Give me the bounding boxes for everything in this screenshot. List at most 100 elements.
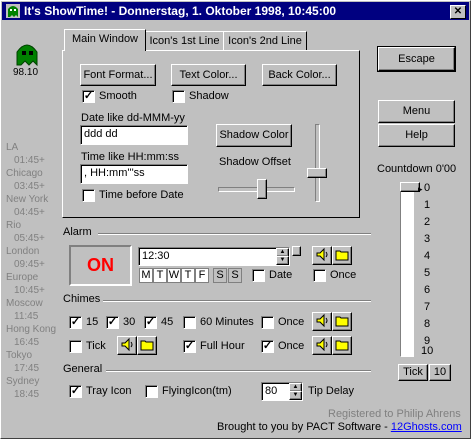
tray-icon-checkbox[interactable]: ✓ [69, 385, 82, 398]
clock-time: 01:45+ [14, 155, 45, 166]
font-format-button[interactable]: Font Format... [80, 64, 156, 86]
alarm-once-checkbox[interactable] [313, 269, 326, 282]
tab-icons-2nd-line[interactable]: Icon's 2nd Line [223, 31, 307, 51]
alarm-date-checkbox[interactable] [252, 269, 265, 282]
tab-icons-1st-line[interactable]: Icon's 1st Line [145, 31, 224, 51]
full-hour-once-checkbox[interactable]: ✓ [261, 340, 274, 353]
close-icon[interactable]: ✕ [450, 5, 466, 19]
shadow-offset-x-thumb[interactable] [257, 179, 267, 199]
countdown-scale-tick: 4 [424, 250, 431, 262]
chime-30-label: 30 [123, 316, 136, 328]
time-before-date-checkbox[interactable] [82, 189, 95, 202]
clock-city: Tokyo [6, 350, 33, 361]
chimes-group-label: Chimes [63, 293, 104, 305]
tick-label: Tick [86, 340, 106, 352]
shadow-color-button[interactable]: Shadow Color [216, 124, 292, 147]
alarm-day-monday[interactable]: M [139, 268, 153, 283]
full-hour-once-label: Once [278, 340, 305, 352]
countdown-scale-tick: 5 [424, 267, 431, 279]
help-button[interactable]: Help [378, 124, 455, 147]
clock-time: 09:45+ [14, 259, 45, 270]
alarm-day-tuesday[interactable]: T [153, 268, 167, 283]
tick-folder-icon[interactable] [137, 336, 157, 355]
countdown-thumb[interactable] [400, 182, 420, 192]
chime-once-checkbox[interactable] [261, 316, 274, 329]
alarm-time-value: 12:30 [142, 250, 170, 262]
time-format-input[interactable]: , HH:mm'''ss [80, 164, 188, 184]
alarm-date-label: Date [269, 269, 293, 281]
clock-time: 16:45 [14, 337, 40, 348]
window-title: It's ShowTime! - Donnerstag, 1. Oktober … [24, 4, 337, 18]
countdown-scale-tick: 8 [424, 318, 431, 330]
countdown-scale-tick: 7 [424, 301, 431, 313]
chime-folder-icon[interactable] [332, 312, 352, 331]
chime-sound-icon[interactable] [312, 312, 332, 331]
countdown-tick-value-button[interactable]: 10 [429, 364, 451, 381]
tray-icon-label: Tray Icon [86, 385, 132, 397]
time-format-value: , HH:mm'''ss [84, 167, 145, 179]
clock-city: Rio [6, 220, 22, 231]
flying-icon-checkbox[interactable] [145, 385, 158, 398]
chime-15-checkbox[interactable]: ✓ [69, 316, 82, 329]
tab-main-window[interactable]: Main Window [64, 29, 146, 51]
alarm-sound-icon[interactable] [312, 246, 332, 265]
general-divider [106, 370, 371, 372]
countdown-title: Countdown 0'00 [377, 163, 457, 175]
ghost-logo-icon [16, 44, 38, 66]
alarm-folder-icon[interactable] [332, 246, 352, 265]
alarm-mini-button[interactable] [292, 246, 301, 256]
clock-time: 03:45+ [14, 181, 45, 192]
website-link[interactable]: 12Ghosts.com [391, 421, 462, 433]
chime-once-label: Once [278, 316, 305, 328]
full-hour-folder-icon[interactable] [332, 336, 352, 355]
countdown-scale-tick: 6 [424, 284, 431, 296]
chime-45-checkbox[interactable]: ✓ [144, 316, 157, 329]
chime-30-checkbox[interactable]: ✓ [106, 316, 119, 329]
alarm-time-down-button[interactable]: ▼ [276, 256, 289, 265]
time-before-date-label: Time before Date [99, 189, 184, 201]
full-hour-sound-icon[interactable] [312, 336, 332, 355]
escape-button[interactable]: Escape [377, 46, 456, 72]
tip-delay-value: 80 [265, 385, 278, 397]
full-hour-label: Full Hour [200, 340, 245, 352]
alarm-day-friday[interactable]: F [195, 268, 209, 283]
tick-sound-icon[interactable] [117, 336, 137, 355]
menu-button[interactable]: Menu [378, 100, 455, 123]
clock-time: 11:45 [14, 311, 39, 322]
shadow-offset-y-track [315, 124, 320, 202]
clock-city: Hong Kong [6, 324, 57, 335]
text-color-button[interactable]: Text Color... [171, 64, 246, 86]
chime-60-label: 60 Minutes [200, 316, 254, 328]
clock-city: Moscow [6, 298, 43, 309]
alarm-day-saturday[interactable]: S [213, 268, 227, 283]
alarm-divider [98, 233, 371, 235]
tip-delay-down-button[interactable]: ▼ [289, 391, 302, 400]
countdown-tick-button[interactable]: Tick [398, 364, 428, 381]
clock-city: New York [6, 194, 49, 205]
shadow-checkbox[interactable] [172, 90, 185, 103]
alarm-time-input[interactable]: 12:30 [138, 247, 290, 266]
tick-checkbox[interactable] [69, 340, 82, 353]
countdown-scale-tick: 10 [421, 345, 434, 357]
clock-city: London [6, 246, 40, 257]
smooth-checkbox[interactable]: ✓ [82, 90, 95, 103]
shadow-offset-y-thumb[interactable] [307, 168, 327, 178]
countdown-scale-tick: 1 [424, 199, 431, 211]
alarm-status-indicator[interactable]: ON [69, 245, 132, 286]
full-hour-checkbox[interactable]: ✓ [183, 340, 196, 353]
shadow-offset-label: Shadow Offset [219, 156, 291, 168]
clock-city: Sydney [6, 376, 40, 387]
alarm-day-sunday[interactable]: S [228, 268, 242, 283]
title-bar[interactable]: It's ShowTime! - Donnerstag, 1. Oktober … [2, 2, 469, 20]
tip-delay-label: Tip Delay [308, 385, 355, 397]
chime-45-label: 45 [161, 316, 174, 328]
alarm-day-wednesday[interactable]: W [167, 268, 181, 283]
chime-60-checkbox[interactable] [183, 316, 196, 329]
app-ghost-icon [6, 4, 20, 18]
alarm-day-thursday[interactable]: T [181, 268, 195, 283]
clock-city: LA [6, 142, 19, 153]
clock-city: Europe [6, 272, 39, 283]
date-format-input[interactable]: ddd dd [80, 125, 188, 145]
back-color-button[interactable]: Back Color... [262, 64, 337, 86]
time-format-label: Time like HH:mm:ss [81, 151, 179, 163]
